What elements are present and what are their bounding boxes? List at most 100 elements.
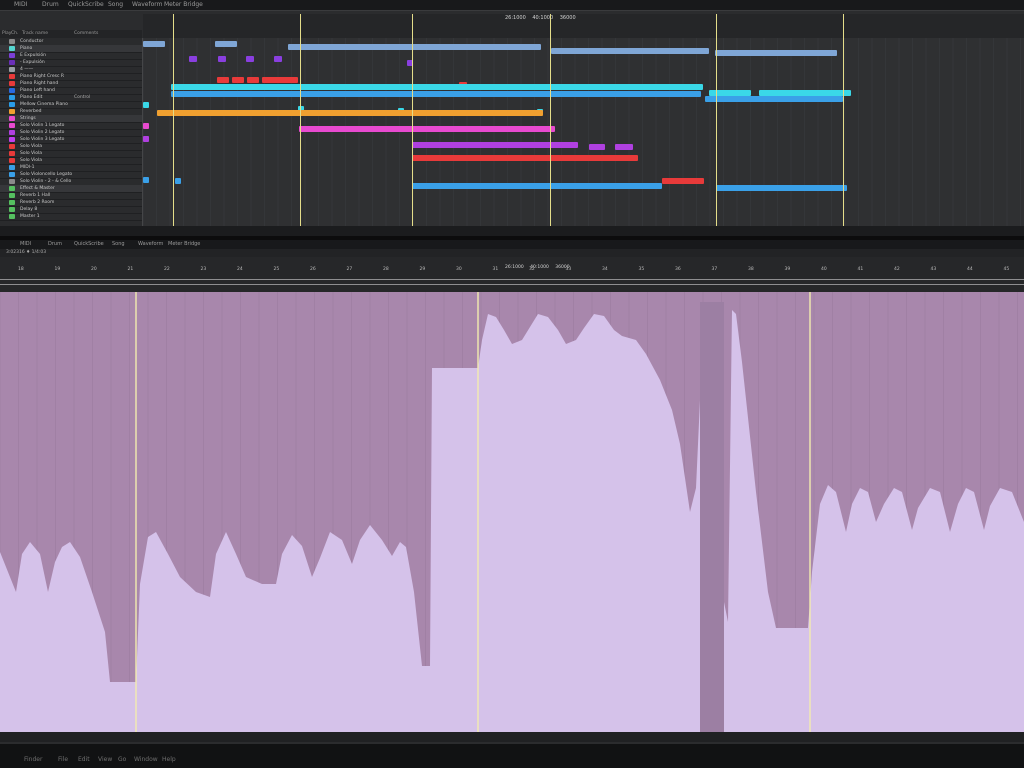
clip-violin-1[interactable] — [299, 126, 555, 132]
clip-violin-2[interactable] — [412, 142, 578, 148]
track-name[interactable]: Solo Viola — [20, 157, 42, 164]
clip-violin-2[interactable] — [589, 144, 605, 150]
menu-view[interactable]: View — [98, 756, 112, 763]
marker-line[interactable] — [843, 14, 844, 226]
tab-song[interactable]: Song — [108, 1, 123, 8]
position-readout[interactable]: 26:1000 — [505, 265, 524, 270]
clip-cello[interactable] — [143, 177, 149, 183]
clip-conductor[interactable] — [143, 41, 165, 47]
tempo-readout[interactable]: 36000 — [560, 15, 576, 21]
clip-violin-1[interactable] — [143, 123, 149, 129]
track-name[interactable]: Solo Violin 2 Legato — [20, 129, 64, 136]
track-name[interactable]: Solo Violin 3 Legato — [20, 136, 64, 143]
top-monitor-screen: MIDI Drum QuickScribe Song Waveform Mete… — [0, 0, 1024, 236]
tab-meter-bridge[interactable]: Meter Bridge — [168, 241, 200, 247]
track-name[interactable]: Solo Viola — [20, 150, 42, 157]
menu-file[interactable]: File — [58, 756, 68, 763]
track-name[interactable]: Conductor — [20, 38, 43, 45]
tab-drum[interactable]: Drum — [48, 241, 62, 247]
marker-line[interactable] — [412, 14, 413, 226]
track-name[interactable]: Piano Edit — [20, 94, 42, 101]
automation-lane[interactable] — [0, 292, 1024, 732]
arrange-view[interactable] — [143, 38, 1024, 226]
track-name[interactable]: Strings — [20, 115, 36, 122]
track-comment: Control — [74, 95, 91, 100]
clip-viola[interactable] — [412, 155, 638, 161]
tab-quickscribe[interactable]: QuickScribe — [68, 1, 104, 8]
track-name[interactable]: 4 —— — [20, 66, 33, 73]
track-name[interactable]: Master 1 — [20, 213, 40, 220]
track-color-swatch — [9, 46, 15, 51]
track-name[interactable]: Reverb 1 Hall — [20, 192, 50, 199]
track-name[interactable]: Effect & Master — [20, 185, 55, 192]
clip-violin-2[interactable] — [143, 136, 149, 142]
tab-waveform[interactable]: Waveform — [138, 241, 163, 247]
tab-meter-bridge[interactable]: Meter Bridge — [164, 1, 203, 8]
clip-piano-right-hand[interactable] — [171, 84, 703, 90]
clip-conductor[interactable] — [215, 41, 237, 47]
clip-expulsion[interactable] — [189, 56, 197, 62]
track-name[interactable]: Delay 8 — [20, 206, 37, 213]
track-name[interactable]: Piano Right Cresc R — [20, 73, 64, 80]
track-list[interactable]: Conductor Piano Ε Expulsión - Expulsión 4 ——… — [0, 38, 143, 226]
track-name[interactable]: - Expulsión — [20, 59, 45, 66]
menu-edit[interactable]: Edit — [78, 756, 90, 763]
clip-piano-right-cresc[interactable] — [262, 77, 298, 83]
track-name[interactable]: MIDI-1 — [20, 164, 35, 171]
clip-piano-edit[interactable] — [143, 102, 149, 108]
clip-viola[interactable] — [662, 178, 704, 184]
track-name[interactable]: Solo Viola — [20, 143, 42, 150]
track-name[interactable]: Reverb 2 Room — [20, 199, 54, 206]
track-name[interactable]: Reverbed — [20, 108, 41, 115]
track-color-swatch — [9, 172, 15, 177]
tab-quickscribe[interactable]: QuickScribe — [74, 241, 104, 247]
clip-expulsion[interactable] — [246, 56, 254, 62]
marker-line[interactable] — [173, 14, 174, 226]
track-name[interactable]: Piano Right hand — [20, 80, 58, 87]
clip-reverbed[interactable] — [157, 110, 543, 116]
track-name[interactable]: Piano Left hand — [20, 87, 55, 94]
clip-cello[interactable] — [175, 178, 181, 184]
track-name[interactable]: Ε Expulsión — [20, 52, 46, 59]
track-color-swatch — [9, 53, 15, 58]
clip-piano-left-hand[interactable] — [171, 91, 701, 97]
track-name[interactable]: Solo Violin - 2 - & Cello — [20, 178, 71, 185]
tab-song[interactable]: Song — [112, 241, 125, 247]
clip-expulsion[interactable] — [218, 56, 226, 62]
position-readout[interactable]: 26:1000 — [505, 15, 526, 21]
menu-window[interactable]: Window — [134, 756, 158, 763]
tab-midi[interactable]: MIDI — [20, 241, 31, 247]
menu-finder[interactable]: Finder — [24, 756, 42, 763]
track-row[interactable]: Master 1 — [0, 213, 142, 221]
clip-piano-right-cresc[interactable] — [217, 77, 229, 83]
top-time-ruler[interactable] — [143, 14, 1024, 39]
ruler-number: 37 — [711, 267, 718, 272]
bottom-time-ruler[interactable]: 26:1000 40:1000 36000 18 19 20 21 22 23 24 25 26… — [0, 257, 1024, 293]
clip-piano-right-cresc[interactable] — [232, 77, 244, 83]
clip-expulsion[interactable] — [274, 56, 282, 62]
track-color-swatch — [9, 151, 15, 156]
snap-readout[interactable]: 3:02316 ♦ 1/4:03 — [6, 250, 46, 255]
clip-cello[interactable] — [412, 183, 662, 189]
marker-line[interactable] — [550, 14, 551, 226]
track-color-swatch — [9, 130, 15, 135]
tab-waveform[interactable]: Waveform — [132, 1, 162, 8]
track-name[interactable]: Solo Violin 1 Legato — [20, 122, 64, 129]
clip-conductor[interactable] — [551, 48, 709, 54]
menu-go[interactable]: Go — [118, 756, 126, 763]
clip-cello[interactable] — [716, 185, 847, 191]
track-name[interactable]: Mellow Cinema Piano — [20, 101, 68, 108]
clip-conductor[interactable] — [715, 50, 837, 56]
clip-conductor[interactable] — [288, 44, 541, 50]
clip-piano-left-hand[interactable] — [705, 96, 843, 102]
track-name[interactable]: Solo Violoncello Legato — [20, 171, 72, 178]
ruler-number: 34 — [602, 267, 608, 272]
tab-midi[interactable]: MIDI — [14, 1, 27, 8]
clip-violin-2[interactable] — [615, 144, 633, 150]
clip-piano-right-cresc[interactable] — [247, 77, 259, 83]
tab-drum[interactable]: Drum — [42, 1, 59, 8]
marker-line[interactable] — [716, 14, 717, 226]
track-name[interactable]: Piano — [20, 45, 32, 52]
menu-help[interactable]: Help — [162, 756, 176, 763]
marker-line[interactable] — [300, 14, 301, 226]
